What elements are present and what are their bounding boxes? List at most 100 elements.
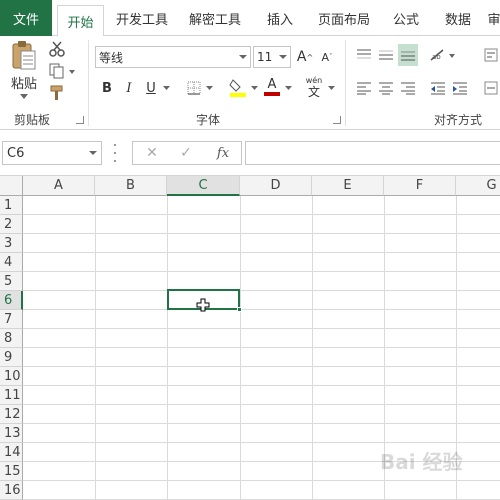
clipboard-launcher-icon[interactable] [76, 116, 84, 124]
phonetic-char: 文 [307, 84, 320, 99]
row-header-3[interactable]: 3 [0, 234, 23, 253]
gridline-vertical [240, 196, 241, 500]
tab-formulas[interactable]: 公式 [384, 0, 428, 36]
worksheet-grid[interactable]: ABCDEFG 1 2 3 4 5 6 7 8 9 10 11 12 13 14 15 16 Bai 经验 [0, 176, 500, 500]
tab-data[interactable]: 数据 [436, 0, 480, 36]
cut-icon[interactable] [48, 40, 66, 58]
font-color-dropdown-icon[interactable] [282, 78, 294, 98]
align-right-icon[interactable] [398, 78, 418, 98]
phonetic-dropdown-icon[interactable] [326, 78, 336, 98]
font-size-combobox[interactable]: 11 [253, 46, 291, 68]
chevron-down-icon [239, 55, 247, 59]
bold-button[interactable]: B [98, 78, 116, 98]
group-divider [345, 40, 346, 126]
chevron-down-icon [279, 55, 287, 59]
borders-dropdown-icon[interactable] [203, 78, 215, 98]
gridline-vertical [312, 196, 313, 500]
font-color-icon[interactable]: A [262, 76, 282, 98]
tab-page-layout[interactable]: 页面布局 [310, 0, 378, 36]
phonetic-guide-button[interactable]: wén 文 [302, 74, 326, 100]
align-center-icon[interactable] [376, 78, 396, 98]
gridline-vertical [167, 196, 168, 500]
cancel-icon[interactable]: ✕ [141, 144, 163, 162]
copy-icon[interactable] [48, 62, 76, 80]
row-header-4[interactable]: 4 [0, 253, 23, 272]
select-all-corner[interactable] [0, 176, 23, 196]
column-header-b[interactable]: B [95, 176, 167, 196]
tab-home[interactable]: 开始 [57, 5, 104, 37]
formula-bar: C6 ✕ ✓ fx [0, 130, 500, 176]
row-header-9[interactable]: 9 [0, 348, 23, 367]
orientation-icon[interactable]: ab [428, 44, 458, 66]
font-size-value: 11 [257, 50, 273, 64]
ribbon: 粘贴 剪贴板 等线 11 A ^ Aˇ B I U A wén 文 字体 ab … [0, 36, 500, 130]
svg-text:ab: ab [432, 53, 441, 61]
grow-font-button[interactable]: A ^ [296, 46, 314, 68]
row-header-7[interactable]: 7 [0, 310, 23, 329]
row-header-2[interactable]: 2 [0, 215, 23, 234]
gridline-vertical [95, 196, 96, 500]
column-header-g[interactable]: G [456, 176, 500, 196]
ribbon-tab-bar: 文件 开始 开发工具 解密工具 插入 页面布局 公式 数据 审 [0, 0, 500, 37]
name-box-value: C6 [7, 145, 25, 161]
fill-handle[interactable] [237, 307, 242, 312]
row-header-8[interactable]: 8 [0, 329, 23, 348]
cursor-cross-icon [196, 298, 210, 312]
merge-center-icon[interactable] [482, 78, 500, 98]
row-header-1[interactable]: 1 [0, 196, 23, 215]
underline-button[interactable]: U [142, 78, 160, 98]
column-header-c[interactable]: C [167, 176, 240, 196]
shrink-font-button[interactable]: Aˇ [318, 46, 336, 68]
increase-indent-icon[interactable] [450, 78, 470, 98]
column-header-a[interactable]: A [23, 176, 95, 196]
wrap-text-icon[interactable] [482, 44, 500, 66]
row-header-15[interactable]: 15 [0, 462, 23, 481]
alignment-group-label: 对齐方式 [434, 113, 483, 127]
clipboard-group-label: 剪贴板 [14, 113, 51, 127]
column-header-e[interactable]: E [312, 176, 384, 196]
insert-function-icon[interactable]: fx [211, 144, 235, 162]
row-header-16[interactable]: 16 [0, 481, 23, 500]
formula-bar-grip-icon [114, 144, 118, 162]
name-box[interactable]: C6 [2, 141, 102, 165]
underline-dropdown-icon[interactable] [160, 78, 172, 98]
formula-input[interactable] [245, 141, 500, 165]
row-header-11[interactable]: 11 [0, 386, 23, 405]
row-header-6[interactable]: 6 [0, 291, 23, 310]
font-launcher-icon[interactable] [333, 116, 341, 124]
paste-icon[interactable] [6, 40, 42, 72]
tab-decrypt-tools[interactable]: 解密工具 [180, 0, 250, 36]
format-painter-icon[interactable] [48, 84, 66, 102]
watermark: Bai 经验 [380, 450, 463, 474]
column-header-d[interactable]: D [240, 176, 312, 196]
font-name-value: 等线 [99, 50, 124, 65]
paste-button-label[interactable]: 粘贴 [6, 74, 42, 92]
row-header-13[interactable]: 13 [0, 424, 23, 443]
font-color-letter: A [267, 77, 277, 92]
align-top-icon[interactable] [354, 44, 374, 66]
tab-file[interactable]: 文件 [0, 0, 52, 36]
font-group-label: 字体 [196, 113, 221, 127]
align-middle-icon[interactable] [376, 44, 396, 66]
row-header-12[interactable]: 12 [0, 405, 23, 424]
fill-color-icon[interactable] [228, 76, 248, 98]
row-header-10[interactable]: 10 [0, 367, 23, 386]
row-header-14[interactable]: 14 [0, 443, 23, 462]
shrink-font-icon: A [321, 50, 330, 64]
font-name-combobox[interactable]: 等线 [95, 46, 251, 68]
tab-insert[interactable]: 插入 [258, 0, 302, 36]
italic-button[interactable]: I [120, 78, 138, 98]
column-header-f[interactable]: F [384, 176, 456, 196]
row-header-5[interactable]: 5 [0, 272, 23, 291]
enter-icon[interactable]: ✓ [175, 144, 197, 162]
formula-buttons: ✕ ✓ fx [132, 141, 242, 165]
align-left-icon[interactable] [354, 78, 374, 98]
decrease-indent-icon[interactable] [428, 78, 448, 98]
align-bottom-icon[interactable] [398, 44, 418, 66]
paste-dropdown-icon[interactable] [18, 92, 30, 100]
tab-developer[interactable]: 开发工具 [108, 0, 176, 36]
grow-font-icon: A [296, 49, 307, 65]
tab-review[interactable]: 审 [484, 0, 500, 36]
borders-icon[interactable] [185, 78, 203, 98]
fill-color-dropdown-icon[interactable] [248, 78, 260, 98]
